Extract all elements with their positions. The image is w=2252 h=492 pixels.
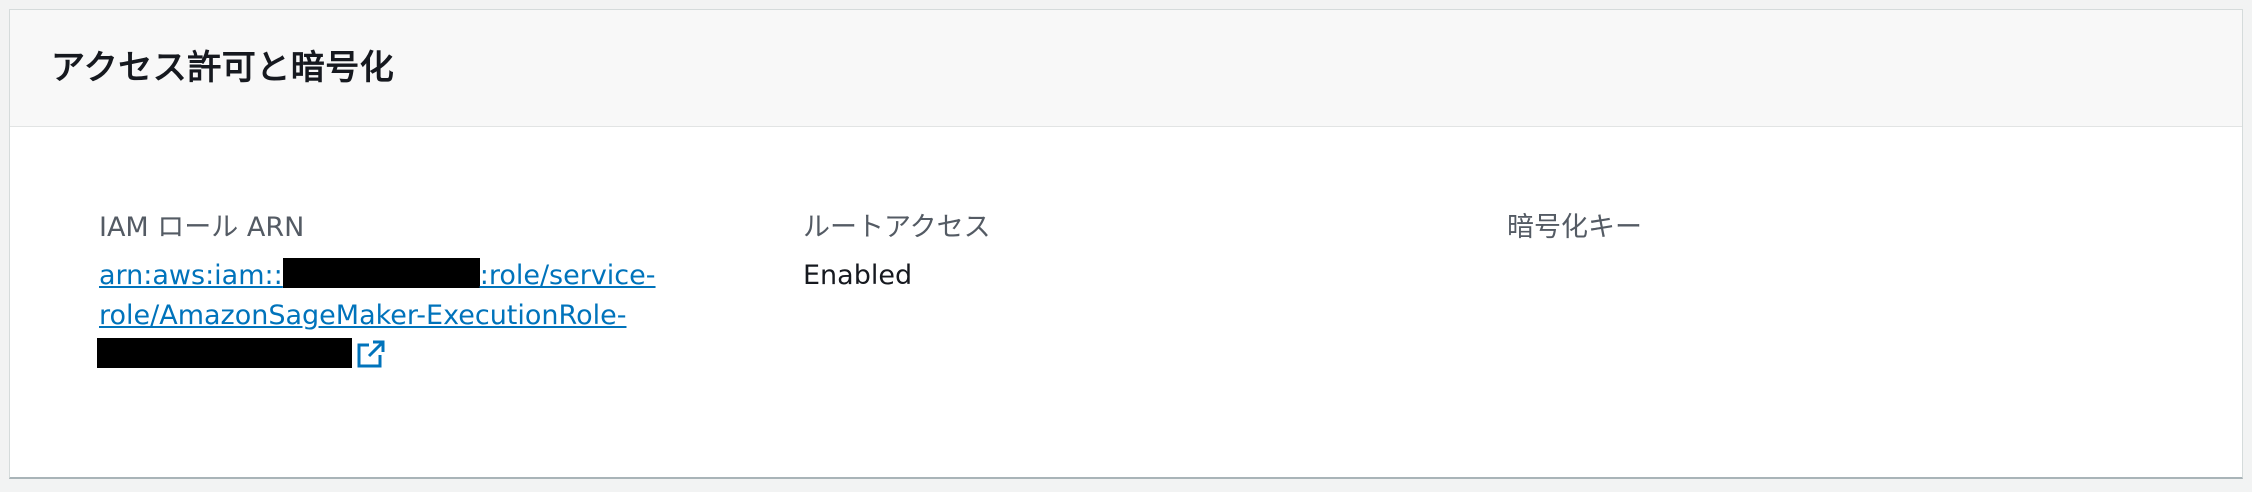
- panel-title: アクセス許可と暗号化: [51, 48, 395, 88]
- arn-middle: :role/service-: [479, 260, 656, 291]
- arn-prefix: arn:aws:iam::: [99, 260, 283, 291]
- root-access-value: Enabled: [803, 260, 913, 291]
- redacted-role-suffix: [97, 338, 352, 368]
- external-link-icon[interactable]: [356, 339, 386, 369]
- encryption-key-label: 暗号化キー: [1507, 212, 1642, 243]
- root-access-label: ルートアクセス: [803, 212, 991, 243]
- iam-role-label: IAM ロール ARN: [99, 212, 305, 243]
- arn-line2: role/AmazonSageMaker-ExecutionRole-: [99, 300, 627, 331]
- iam-role-field: IAM ロール ARN arn:aws:iam:::role/service-r…: [97, 206, 719, 376]
- permissions-encryption-panel: アクセス許可と暗号化 IAM ロール ARN arn:aws:iam:::rol…: [9, 9, 2243, 479]
- panel-header: アクセス許可と暗号化: [10, 10, 2242, 127]
- redacted-account-id: [282, 258, 480, 288]
- root-access-field: ルートアクセス Enabled: [803, 206, 1423, 296]
- iam-role-arn-link[interactable]: arn:aws:iam:::role/service-role/AmazonSa…: [97, 256, 659, 376]
- encryption-key-field: 暗号化キー: [1507, 206, 2127, 256]
